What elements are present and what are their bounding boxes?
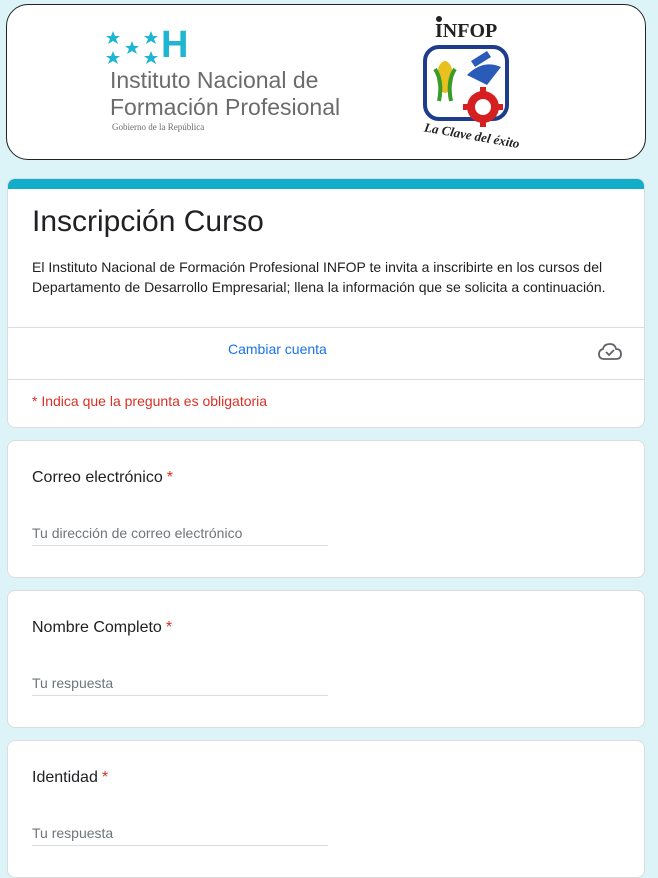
identity-field[interactable] <box>32 821 328 846</box>
infop-label: INFOP <box>435 20 497 42</box>
question-label: Identidad * <box>32 769 108 787</box>
form-title-card: Inscripción Curso El Instituto Nacional … <box>7 178 645 428</box>
required-star: * <box>101 769 109 786</box>
question-label-text: Identidad <box>32 769 98 786</box>
required-star: * <box>166 469 173 486</box>
infop-logo: INFOP La Clave del éxito <box>422 16 521 151</box>
question-email: Correo electrónico * <box>7 440 645 578</box>
question-label-text: Correo electrónico <box>32 469 163 486</box>
form-title: Inscripción Curso <box>32 205 264 238</box>
form-description: El Instituto Nacional de Formación Profe… <box>32 259 606 295</box>
required-note: * Indica que la pregunta es obligatoria <box>32 393 268 409</box>
government-label: Gobierno de la República <box>112 122 205 132</box>
question-label-text: Nombre Completo <box>32 619 162 636</box>
logo-letter: H <box>161 24 189 66</box>
cloud-saved-icon <box>598 343 622 360</box>
required-star: * <box>165 619 173 636</box>
header-banner: H Instituto Nacional de Formación Profes… <box>6 4 646 160</box>
question-label: Nombre Completo * <box>32 619 172 637</box>
divider <box>8 379 644 380</box>
question-label: Correo electrónico * <box>32 469 173 487</box>
question-identity: Identidad * <box>7 740 645 878</box>
divider <box>8 327 644 328</box>
switch-account-link[interactable]: Cambiar cuenta <box>228 341 327 357</box>
full-name-field[interactable] <box>32 671 328 696</box>
email-field[interactable] <box>32 521 328 546</box>
institute-name-line2: Formación Profesional <box>110 94 341 120</box>
institute-name: Instituto Nacional de Formación Profesio… <box>110 67 340 121</box>
infop-slogan: La Clave del éxito <box>422 119 521 151</box>
institute-logo: H Instituto Nacional de Formación Profes… <box>103 24 373 147</box>
institute-name-line1: Instituto Nacional de <box>110 67 319 93</box>
accent-bar <box>8 179 644 189</box>
stars-icon <box>106 31 158 64</box>
question-full-name: Nombre Completo * <box>7 590 645 728</box>
